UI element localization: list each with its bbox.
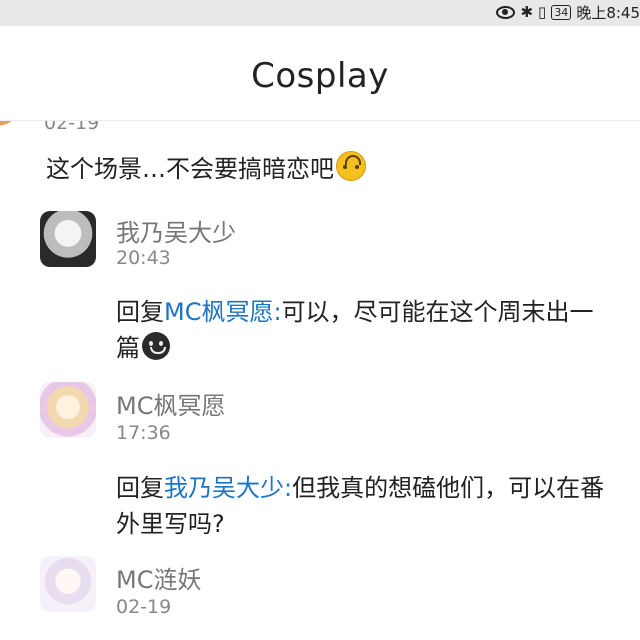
- reply-text: 回复MC枫冥愿:可以，尽可能在这个周末出一篇: [116, 298, 594, 362]
- reply-text: 回复我乃吴大少:但我真的想磕他们，可以在番外里写吗?: [116, 474, 605, 538]
- avatar[interactable]: [40, 556, 96, 612]
- battery-icon: 34: [551, 4, 572, 20]
- mention-link[interactable]: 我乃吴大少:: [164, 474, 292, 502]
- status-icons: ✱ ▯ 34 晚上8:45: [496, 2, 640, 22]
- eye-icon: [496, 5, 516, 19]
- title-bar: Cosplay: [0, 26, 640, 121]
- comment-time: 20:43: [116, 247, 171, 269]
- status-bar: ✱ ▯ 34 晚上8:45: [0, 0, 640, 26]
- clock: 晚上8:45: [576, 3, 640, 22]
- comment-list[interactable]: 02-19 这个场景…不会要搞暗恋吧 我乃吴大少 20:43 回复MC枫冥愿:可…: [0, 100, 640, 640]
- comment-time: 17:36: [116, 422, 171, 444]
- mention-link[interactable]: MC枫冥愿:: [164, 298, 282, 326]
- avatar[interactable]: [40, 211, 96, 267]
- avatar[interactable]: [40, 382, 96, 438]
- page-title: Cosplay: [251, 56, 389, 96]
- username[interactable]: MC枫冥愿: [116, 386, 225, 421]
- upside-down-face-emoji-icon: [336, 151, 366, 181]
- username[interactable]: MC涟妖: [116, 560, 201, 595]
- username[interactable]: 我乃吴大少: [116, 213, 236, 248]
- comment-time: 02-19: [116, 596, 172, 618]
- dark-smile-emoji-icon: [142, 332, 170, 360]
- vibrate-icon: ▯: [538, 3, 547, 21]
- comment-text: 这个场景…不会要搞暗恋吧: [46, 150, 366, 188]
- bluetooth-icon: ✱: [520, 3, 534, 21]
